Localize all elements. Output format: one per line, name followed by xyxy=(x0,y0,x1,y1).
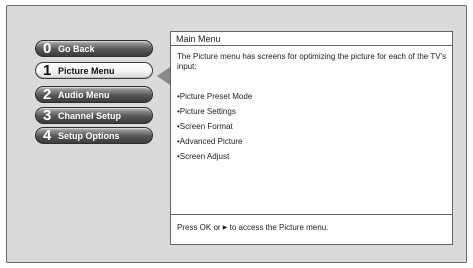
list-item: •Advanced Picture xyxy=(177,137,243,146)
info-panel: Main Menu The Picture menu has screens f… xyxy=(170,31,453,245)
list-item: •Picture Preset Mode xyxy=(177,92,253,101)
picture-menu-button[interactable]: 1 Picture Menu xyxy=(35,62,153,79)
menu-label: Audio Menu xyxy=(58,89,110,100)
menu-number: 2 xyxy=(43,86,52,103)
menu-label: Channel Setup xyxy=(58,110,122,121)
menu-number: 0 xyxy=(43,40,52,57)
audio-menu-button[interactable]: 2 Audio Menu xyxy=(35,86,153,103)
menu-label: Picture Menu xyxy=(58,65,115,76)
menu-frame: 0 Go Back 1 Picture Menu 2 Audio Menu 3 … xyxy=(6,5,467,263)
submenu-list: •Picture Preset Mode •Picture Settings •… xyxy=(177,89,252,164)
selection-pointer-icon xyxy=(157,67,170,85)
panel-description: The Picture menu has screens for optimiz… xyxy=(177,52,447,71)
list-item: •Screen Adjust xyxy=(177,152,230,161)
list-item: •Screen Format xyxy=(177,122,233,131)
menu-number: 4 xyxy=(43,127,52,144)
menu-label: Setup Options xyxy=(58,130,120,141)
help-text: Press OK or ▶ to access the Picture menu… xyxy=(171,214,452,244)
menu-number: 1 xyxy=(43,62,52,79)
help-text-after: to access the Picture menu. xyxy=(227,223,329,232)
setup-options-button[interactable]: 4 Setup Options xyxy=(35,127,153,144)
menu-label: Go Back xyxy=(58,43,95,54)
menu-number: 3 xyxy=(43,107,52,124)
channel-setup-button[interactable]: 3 Channel Setup xyxy=(35,107,153,124)
help-text-before: Press OK or xyxy=(177,223,223,232)
panel-title: Main Menu xyxy=(171,32,452,46)
go-back-button[interactable]: 0 Go Back xyxy=(35,40,153,57)
list-item: •Picture Settings xyxy=(177,107,236,116)
